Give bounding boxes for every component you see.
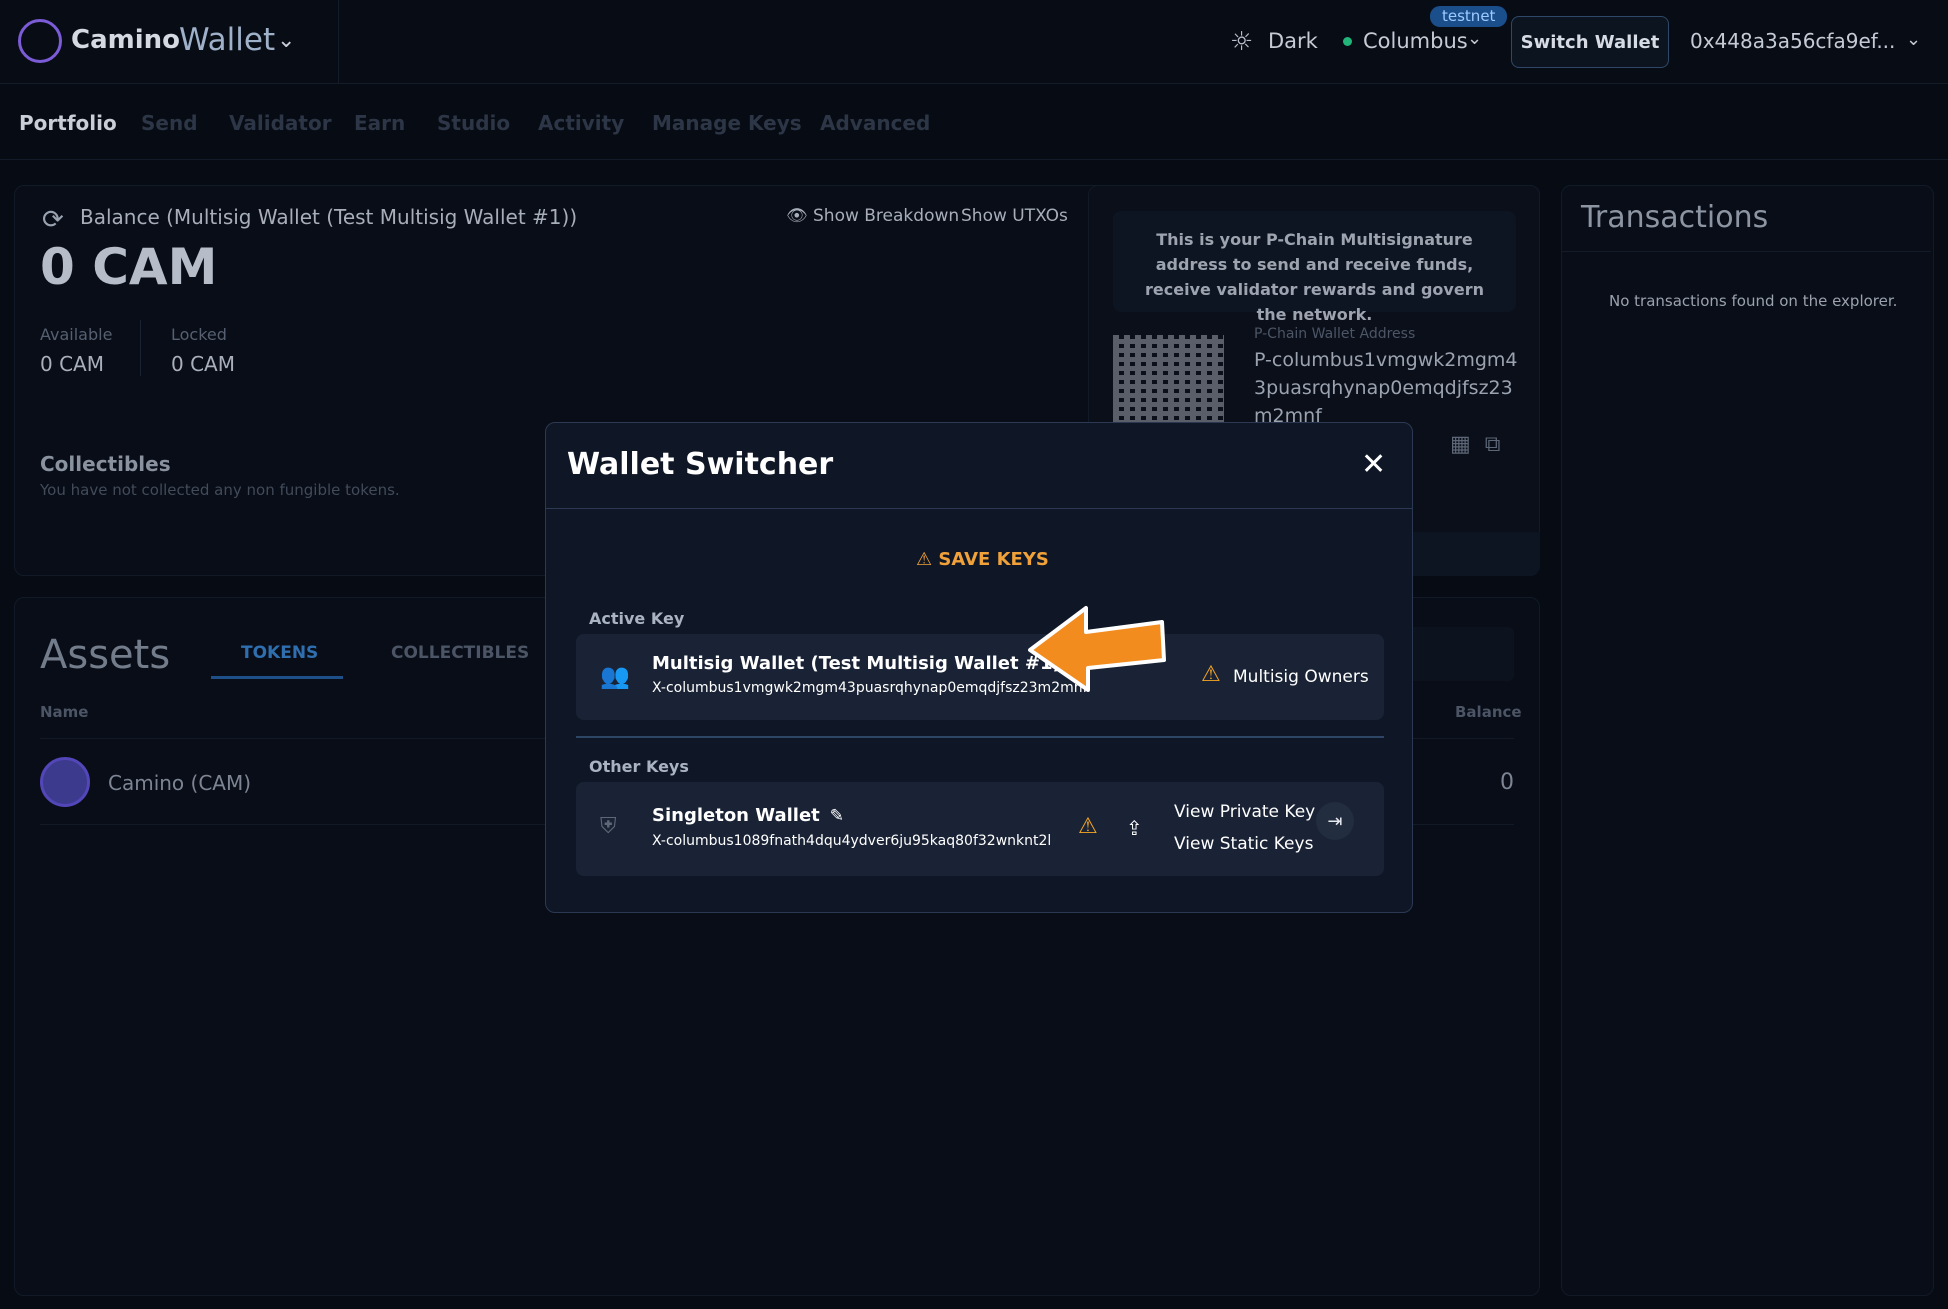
- tab-manage-keys[interactable]: Manage Keys: [652, 111, 802, 135]
- close-icon[interactable]: ✕: [1361, 447, 1386, 482]
- shield-icon: ⛨: [600, 814, 617, 839]
- sun-icon[interactable]: ☼: [1230, 27, 1253, 57]
- other-key-name: Singleton Wallet ✎: [652, 805, 844, 826]
- brand-wallet: Wallet: [179, 22, 276, 58]
- available-value: 0 CAM: [40, 352, 104, 376]
- active-key-address: X-columbus1vmgwk2mgm43puasrqhynap0emqdjf…: [652, 680, 1088, 696]
- locked-value: 0 CAM: [171, 352, 235, 376]
- active-key-name-text: Multisig Wallet (Test Multisig Wallet #1…: [652, 653, 1061, 674]
- active-key-card[interactable]: 👥 Multisig Wallet (Test Multisig Wallet …: [576, 634, 1384, 720]
- switch-wallet-button[interactable]: Switch Wallet: [1511, 16, 1669, 68]
- tab-activity[interactable]: Activity: [538, 111, 624, 135]
- annotation-arrow-icon: [1028, 606, 1166, 692]
- wallet-switcher-modal: Wallet Switcher ✕ ⚠ SAVE KEYS Active Key…: [545, 422, 1413, 913]
- brand-camino: Camino: [71, 25, 181, 55]
- warning-icon: ⚠: [916, 549, 933, 570]
- tab-advanced[interactable]: Advanced: [820, 111, 930, 135]
- pchain-address-label: P-Chain Wallet Address: [1254, 326, 1416, 342]
- top-bar: Camino Wallet ⌄ ☼ Dark Columbus ⌄ testne…: [0, 0, 1948, 84]
- tab-tokens[interactable]: TOKENS: [241, 643, 318, 663]
- login-icon: ⇥: [1327, 810, 1343, 832]
- brand-area[interactable]: Camino Wallet ⌄: [0, 0, 339, 84]
- camino-logo-icon: [18, 19, 62, 63]
- balance-title: Balance (Multisig Wallet (Test Multisig …: [80, 205, 578, 229]
- available-label: Available: [40, 325, 113, 344]
- tab-collectibles[interactable]: COLLECTIBLES: [391, 643, 529, 663]
- camino-token-icon: [40, 757, 90, 807]
- chevron-down-icon[interactable]: ⌄: [1467, 28, 1482, 49]
- divider: [1561, 251, 1931, 252]
- transactions-empty: No transactions found on the explorer.: [1609, 292, 1898, 310]
- asset-balance: 0: [1500, 770, 1514, 795]
- qr-code-icon: [1113, 335, 1224, 425]
- activate-key-button[interactable]: ⇥: [1316, 802, 1354, 840]
- other-key-address: X-columbus1089fnath4dqu4ydver6ju95kaq80f…: [652, 833, 1052, 849]
- chevron-down-icon[interactable]: ⌄: [1906, 29, 1921, 50]
- locked-label: Locked: [171, 325, 227, 344]
- transactions-card: [1561, 185, 1934, 1296]
- multisig-owners-button[interactable]: Multisig Owners: [1233, 667, 1369, 687]
- view-static-keys-link[interactable]: View Static Keys: [1174, 834, 1313, 854]
- asset-name: Camino (CAM): [108, 771, 252, 795]
- tab-portfolio[interactable]: Portfolio: [19, 111, 117, 135]
- active-tab-indicator: [211, 676, 343, 679]
- save-keys-button[interactable]: ⚠ SAVE KEYS: [916, 549, 1049, 570]
- eye-icon: 👁: [786, 206, 808, 226]
- tab-earn[interactable]: Earn: [354, 111, 405, 135]
- address-actions: ▦ ⧉: [1450, 432, 1501, 457]
- save-keys-label: SAVE KEYS: [938, 549, 1049, 570]
- chevron-down-icon[interactable]: ⌄: [277, 28, 295, 53]
- divider: [140, 320, 141, 376]
- view-private-key-link[interactable]: View Private Key: [1174, 802, 1315, 822]
- refresh-icon[interactable]: ⟳: [42, 205, 64, 235]
- active-key-label: Active Key: [589, 609, 685, 628]
- other-key-name-text: Singleton Wallet: [652, 805, 820, 826]
- modal-title: Wallet Switcher: [567, 447, 834, 482]
- network-status-dot: [1343, 37, 1352, 46]
- main-nav: Portfolio Send Validator Earn Studio Act…: [0, 85, 1948, 160]
- collectibles-subtitle: You have not collected any non fungible …: [40, 481, 400, 499]
- show-breakdown-button[interactable]: 👁 Show Breakdown: [786, 206, 959, 226]
- tab-validator[interactable]: Validator: [229, 111, 332, 135]
- upload-icon[interactable]: ⇪: [1126, 816, 1143, 840]
- column-name: Name: [40, 703, 89, 721]
- tab-studio[interactable]: Studio: [437, 111, 510, 135]
- testnet-badge: testnet: [1430, 6, 1508, 27]
- pchain-info: This is your P-Chain Multisignature addr…: [1113, 211, 1516, 324]
- warning-icon: ⚠: [1078, 814, 1098, 839]
- other-keys-label: Other Keys: [589, 757, 689, 776]
- pchain-address: P-columbus1vmgwk2mgm43puasrqhynap0emqdjf…: [1254, 349, 1518, 427]
- tab-send[interactable]: Send: [141, 111, 198, 135]
- show-breakdown-label: Show Breakdown: [813, 206, 960, 226]
- theme-toggle-label[interactable]: Dark: [1268, 29, 1318, 53]
- divider: [576, 736, 1384, 738]
- warning-icon: ⚠: [1201, 662, 1221, 687]
- network-selector[interactable]: Columbus: [1363, 29, 1468, 53]
- divider: [546, 508, 1412, 509]
- collectibles-title: Collectibles: [40, 452, 171, 476]
- multisig-users-icon: 👥: [600, 662, 630, 690]
- transactions-title: Transactions: [1581, 200, 1769, 235]
- column-balance: Balance: [1455, 703, 1522, 721]
- assets-title: Assets: [40, 632, 171, 678]
- copy-icon[interactable]: ⧉: [1485, 432, 1501, 457]
- show-utxos-button[interactable]: Show UTXOs: [961, 206, 1068, 226]
- account-address[interactable]: 0x448a3a56cfa9ef...: [1690, 29, 1895, 53]
- pencil-icon[interactable]: ✎: [830, 806, 844, 826]
- qr-icon[interactable]: ▦: [1450, 432, 1471, 457]
- other-key-card[interactable]: ⛨ Singleton Wallet ✎ X-columbus1089fnath4…: [576, 782, 1384, 876]
- balance-value: 0 CAM: [40, 238, 218, 296]
- active-key-name: Multisig Wallet (Test Multisig Wallet #1…: [652, 653, 1085, 674]
